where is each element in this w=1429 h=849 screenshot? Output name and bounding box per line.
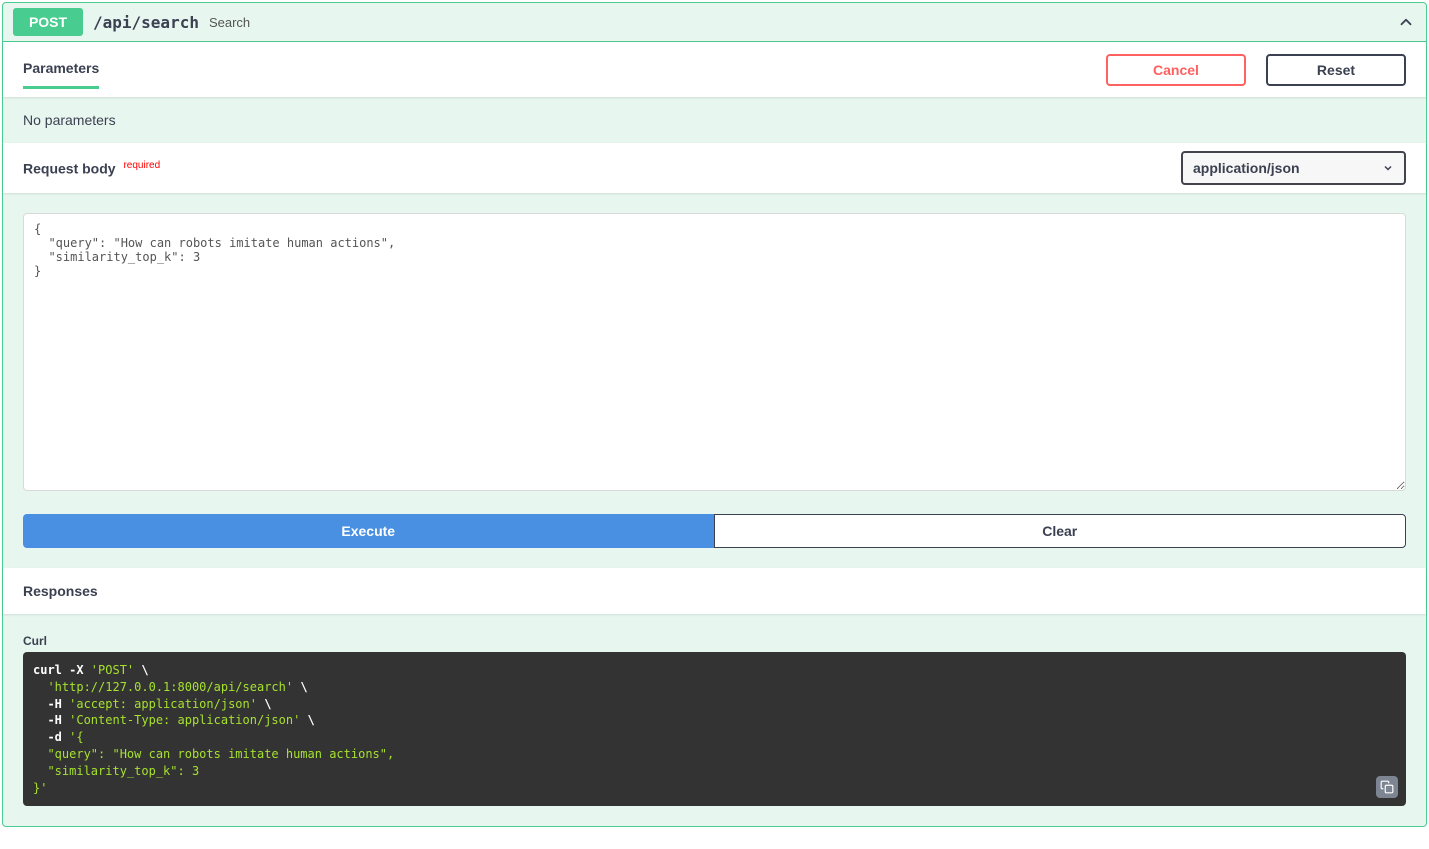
- request-body-label: Request body: [23, 160, 116, 176]
- request-body-editor-wrap: [3, 193, 1426, 514]
- execute-row: Execute Clear: [3, 514, 1426, 568]
- api-operation-block: POST /api/search Search Parameters Cance…: [2, 2, 1427, 827]
- responses-body: Curl curl -X 'POST' \ 'http://127.0.0.1:…: [3, 614, 1426, 826]
- endpoint-description: Search: [209, 15, 250, 30]
- content-type-select[interactable]: application/json: [1181, 151, 1406, 185]
- request-body-header: Request body required application/json: [3, 143, 1426, 193]
- clear-button[interactable]: Clear: [714, 514, 1407, 548]
- parameters-empty-text: No parameters: [3, 97, 1426, 143]
- http-method-badge: POST: [13, 8, 83, 36]
- request-body-textarea[interactable]: [23, 213, 1406, 491]
- chevron-up-icon[interactable]: [1396, 12, 1416, 32]
- required-badge: required: [123, 160, 160, 171]
- operation-summary[interactable]: POST /api/search Search: [3, 3, 1426, 42]
- copy-icon[interactable]: [1376, 776, 1398, 798]
- curl-command: curl -X 'POST' \ 'http://127.0.0.1:8000/…: [33, 662, 1396, 796]
- reset-button[interactable]: Reset: [1266, 54, 1406, 86]
- execute-button[interactable]: Execute: [23, 514, 714, 548]
- responses-header: Responses: [3, 568, 1426, 614]
- parameters-tab[interactable]: Parameters: [23, 50, 99, 89]
- parameters-header: Parameters Cancel Reset: [3, 42, 1426, 97]
- endpoint-path: /api/search: [93, 13, 199, 32]
- curl-code-block: curl -X 'POST' \ 'http://127.0.0.1:8000/…: [23, 652, 1406, 806]
- cancel-button[interactable]: Cancel: [1106, 54, 1246, 86]
- curl-label: Curl: [23, 634, 1406, 648]
